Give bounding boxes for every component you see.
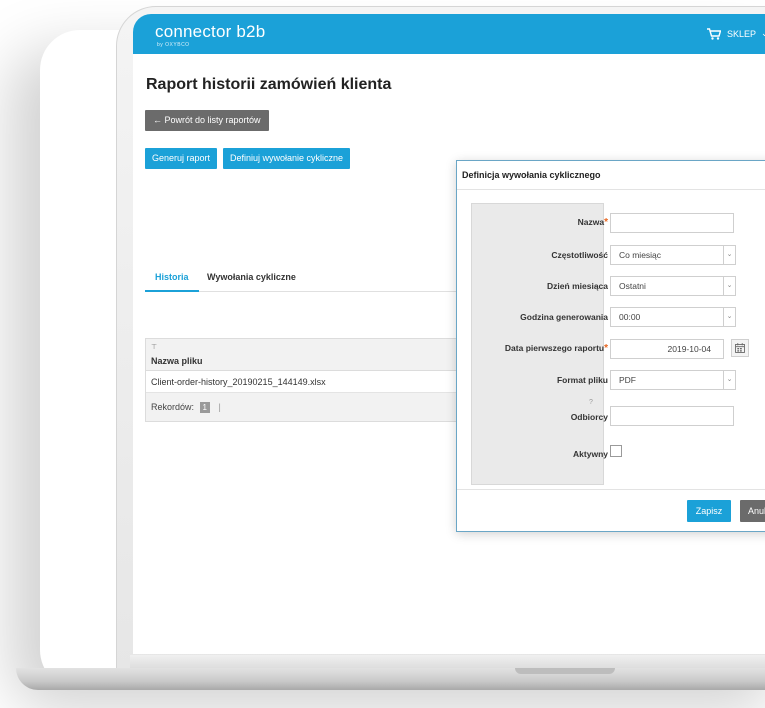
chevron-down-icon: ⌄ — [723, 308, 735, 326]
cancel-button[interactable]: Anuluj — [740, 500, 765, 522]
chevron-down-icon[interactable]: ⌄ — [761, 28, 765, 39]
grid-header: ⊤ Nazwa pliku — [146, 339, 474, 371]
tab-recurring-calls[interactable]: Wywołania cykliczne — [207, 268, 296, 292]
app-screen: connector b2b by OXYBCO SKLEP ⌄ Raport h… — [133, 14, 765, 654]
tab-history[interactable]: Historia — [145, 268, 199, 292]
page-title: Raport historii zamówień klienta — [146, 76, 392, 93]
shop-menu[interactable]: SKLEP — [727, 29, 756, 39]
calendar-icon[interactable] — [731, 339, 749, 357]
day-of-month-label: Dzień miesiąca — [547, 281, 608, 291]
help-icon[interactable]: ? — [589, 399, 593, 406]
recurring-call-form: Nazwa* Częstotliwość Co miesiąc ⌄ Dzień … — [471, 203, 765, 485]
laptop-chin — [130, 655, 765, 669]
app-logo[interactable]: connector b2b — [155, 22, 265, 42]
generation-time-label: Godzina generowania — [520, 312, 608, 322]
chevron-down-icon: ⌄ — [723, 277, 735, 295]
filter-icon[interactable]: ⊤ — [151, 343, 157, 351]
frequency-select[interactable]: Co miesiąc ⌄ — [610, 245, 736, 265]
frequency-value: Co miesiąc — [619, 250, 662, 260]
active-label: Aktywny — [573, 449, 608, 459]
name-label: Nazwa* — [577, 217, 608, 228]
first-report-date-field[interactable]: 2019-10-04 — [610, 339, 724, 359]
history-grid: ⊤ Nazwa pliku Client-order-history_20190… — [145, 338, 475, 422]
logo-subtitle: by OXYBCO — [157, 42, 190, 48]
active-checkbox[interactable] — [610, 445, 622, 457]
laptop-notch — [515, 668, 615, 674]
save-button[interactable]: Zapisz — [687, 500, 731, 522]
table-row[interactable]: Client-order-history_20190215_144149.xls… — [146, 371, 474, 393]
generation-time-value: 00:00 — [619, 312, 641, 322]
day-of-month-value: Ostatni — [619, 281, 646, 291]
page-number-button[interactable]: 1 — [199, 402, 210, 414]
top-bar: connector b2b by OXYBCO SKLEP ⌄ — [133, 14, 765, 54]
grid-footer: Rekordów: 1 | — [146, 393, 474, 421]
frequency-label: Częstotliwość — [551, 250, 608, 260]
chevron-down-icon: ⌄ — [723, 371, 735, 389]
recipients-label: Odbiorcy — [570, 412, 608, 422]
first-report-date-value: 2019-10-04 — [667, 344, 711, 354]
required-marker: * — [604, 217, 608, 228]
pager-separator: | — [218, 402, 221, 412]
file-format-label: Format pliku — [556, 375, 608, 385]
required-marker: * — [604, 343, 608, 354]
generation-time-select[interactable]: 00:00 ⌄ — [610, 307, 736, 327]
report-tabs: Historia Wywołania cykliczne — [145, 268, 475, 292]
recurring-call-dialog: Definicja wywołania cyklicznego Nazwa* C… — [456, 160, 765, 532]
screenshot-stage: connector b2b by OXYBCO SKLEP ⌄ Raport h… — [0, 0, 765, 708]
dialog-footer: Zapisz Anuluj — [457, 489, 765, 533]
recipients-field[interactable] — [610, 406, 734, 426]
chevron-down-icon: ⌄ — [723, 246, 735, 264]
laptop-base — [16, 668, 765, 690]
file-format-select[interactable]: PDF ⌄ — [610, 370, 736, 390]
dialog-title: Definicja wywołania cyklicznego — [457, 161, 765, 190]
cart-icon[interactable] — [707, 28, 721, 40]
define-recurring-button[interactable]: Definiuj wywołanie cykliczne — [223, 148, 351, 169]
generate-report-button[interactable]: Generuj raport — [145, 148, 218, 169]
records-label: Rekordów: — [151, 402, 195, 412]
name-field[interactable] — [610, 213, 734, 233]
day-of-month-select[interactable]: Ostatni ⌄ — [610, 276, 736, 296]
back-to-reports-button[interactable]: ← Powrót do listy raportów — [145, 110, 269, 131]
file-format-value: PDF — [619, 375, 636, 385]
column-header-file-name[interactable]: Nazwa pliku — [151, 356, 203, 366]
first-report-date-label: Data pierwszego raportu* — [504, 343, 608, 354]
